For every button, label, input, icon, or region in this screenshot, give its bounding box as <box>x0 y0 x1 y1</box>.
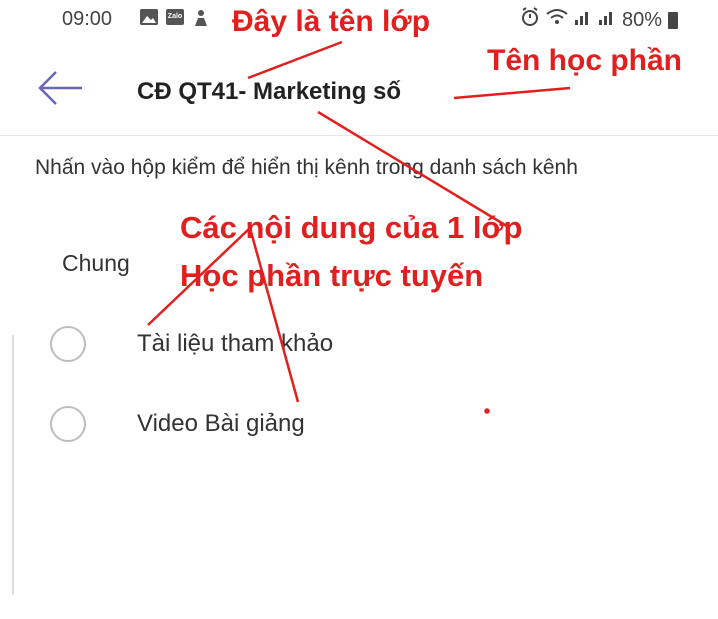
arrow-left-icon[interactable] <box>36 68 86 108</box>
gallery-icon <box>140 9 158 25</box>
person-icon <box>192 9 210 26</box>
alarm-icon <box>520 7 540 33</box>
zalo-icon: Zalo <box>166 9 184 25</box>
section-title: Chung <box>62 250 130 276</box>
wifi-icon <box>546 8 568 32</box>
channel-row-video[interactable]: Video Bài giảng <box>40 398 640 454</box>
status-icons-right: 80% <box>520 7 679 33</box>
instruction-text: Nhấn vào hộp kiểm để hiển thị kênh trong… <box>35 156 578 179</box>
annotation-class-name: Đây là tên lớp <box>232 5 431 38</box>
back-button[interactable] <box>36 68 86 108</box>
annotation-content-line1: Các nội dung của 1 lớp <box>180 210 523 245</box>
signal-icon <box>574 8 592 32</box>
left-edge-divider <box>12 335 14 595</box>
radio-button[interactable] <box>50 326 86 362</box>
annotation-line-content-b <box>248 227 300 403</box>
channel-label: Tài liệu tham khảo <box>137 330 334 357</box>
channel-label: Video Bài giảng <box>137 410 305 437</box>
annotation-content-line2: Học phần trực tuyến <box>180 258 484 293</box>
battery-icon <box>668 11 679 29</box>
annotation-course-name: Tên học phần <box>487 44 682 77</box>
status-time: 09:00 <box>62 8 113 30</box>
status-icons-left: Zalo <box>140 9 210 26</box>
radio-button[interactable] <box>50 406 86 442</box>
channel-row-tai-lieu[interactable]: Tài liệu tham khảo <box>40 318 640 374</box>
signal-icon <box>598 8 616 32</box>
page-title: CĐ QT41- Marketing số <box>137 78 402 105</box>
battery-text: 80% <box>622 8 663 31</box>
